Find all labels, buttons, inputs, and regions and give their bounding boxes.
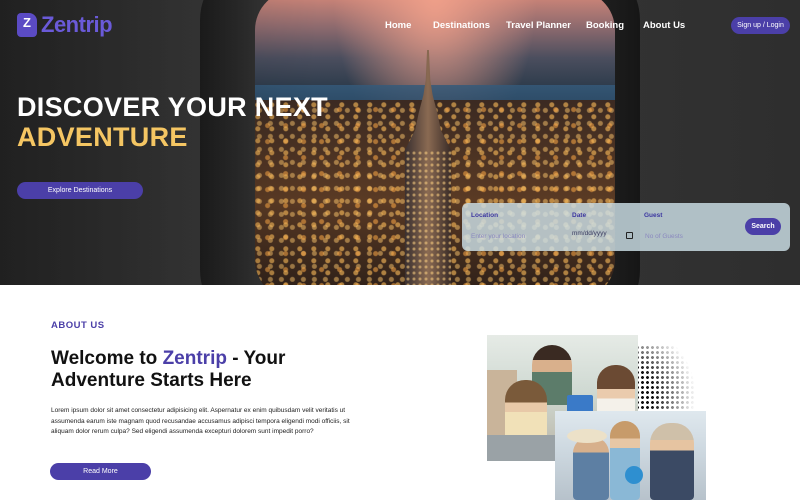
guest-label: Guest bbox=[644, 212, 663, 219]
logo-text: Zentrip bbox=[41, 12, 113, 37]
date-label: Date bbox=[572, 212, 587, 219]
nav-about-us[interactable]: About Us bbox=[643, 20, 703, 31]
hero-headline-line1: DISCOVER YOUR NEXT bbox=[17, 92, 328, 122]
nav-booking[interactable]: Booking bbox=[586, 20, 643, 31]
date-input[interactable]: mm/dd/yyyy bbox=[572, 230, 634, 242]
logo-icon: Z bbox=[17, 13, 37, 37]
about-title: Welcome to Zentrip - Your Adventure Star… bbox=[51, 348, 351, 392]
travel-agency-photo-2 bbox=[555, 411, 706, 500]
search-button[interactable]: Search bbox=[745, 218, 781, 235]
nav-home[interactable]: Home bbox=[385, 20, 433, 31]
search-bar: Location Date mm/dd/yyyy Guest Search bbox=[462, 203, 790, 251]
location-label: Location bbox=[471, 212, 499, 219]
nav-travel-planner[interactable]: Travel Planner bbox=[506, 20, 586, 31]
logo[interactable]: Z Zentrip bbox=[17, 12, 113, 38]
location-input[interactable] bbox=[471, 229, 563, 243]
about-tag: ABOUT US bbox=[51, 320, 105, 331]
hero-section: Z Zentrip Home Destinations Travel Plann… bbox=[0, 0, 800, 285]
calendar-icon[interactable] bbox=[626, 232, 633, 239]
about-title-prefix: Welcome to bbox=[51, 348, 163, 369]
signup-login-button[interactable]: Sign up / Login bbox=[731, 17, 790, 34]
guest-input[interactable] bbox=[645, 229, 725, 243]
about-body: Lorem ipsum dolor sit amet consectetur a… bbox=[51, 407, 350, 435]
about-title-brand: Zentrip bbox=[162, 348, 227, 369]
main-nav: Home Destinations Travel Planner Booking… bbox=[385, 20, 703, 31]
nav-destinations[interactable]: Destinations bbox=[433, 20, 506, 31]
hero-headline-line2: ADVENTURE bbox=[17, 122, 188, 152]
explore-destinations-button[interactable]: Explore Destinations bbox=[17, 182, 143, 199]
read-more-button[interactable]: Read More bbox=[50, 463, 151, 480]
